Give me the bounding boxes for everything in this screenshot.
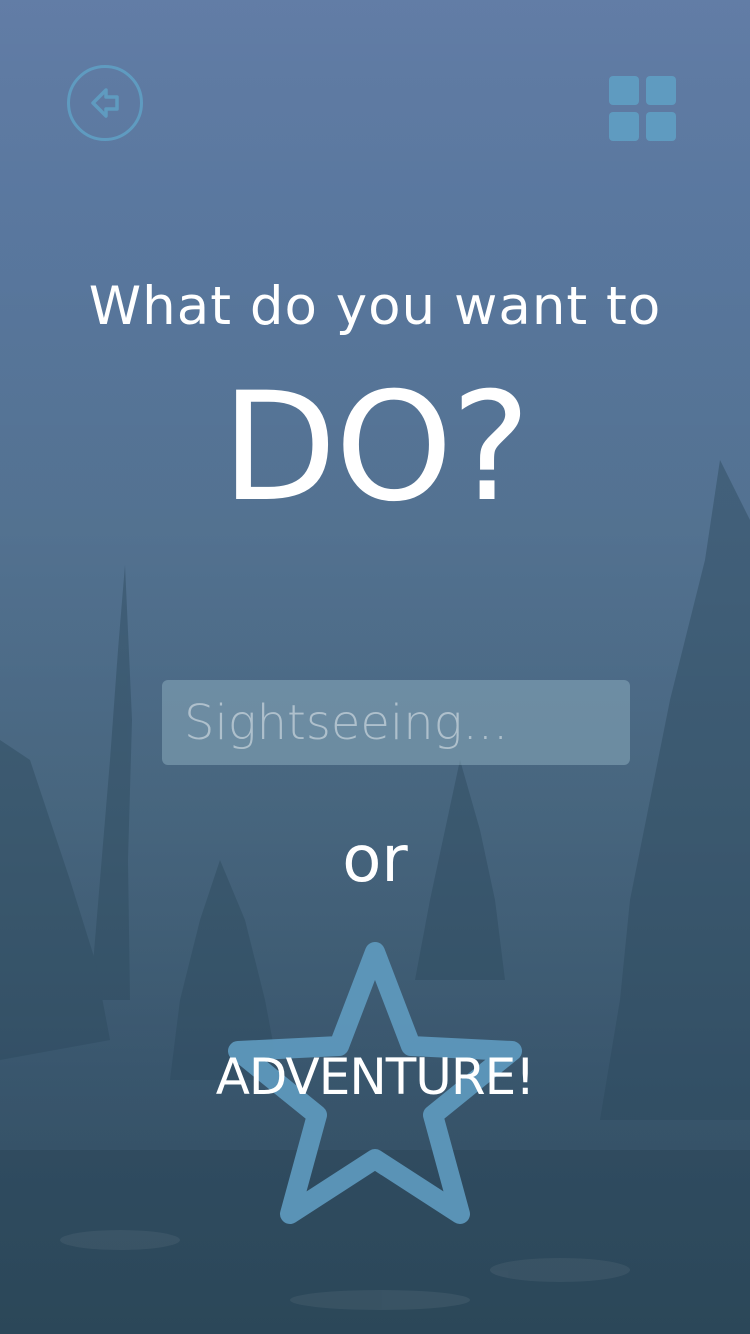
- grid-menu-button[interactable]: [609, 76, 676, 141]
- prompt-line-1: What do you want to: [88, 276, 662, 337]
- screen: What do you want to DO? or ADVENTURE!: [0, 0, 750, 1334]
- search-field[interactable]: [162, 680, 630, 765]
- adventure-label: ADVENTURE!: [215, 1048, 536, 1106]
- activity-search-input[interactable]: [182, 693, 610, 752]
- prompt-line-2: DO?: [221, 361, 530, 535]
- back-button[interactable]: [67, 65, 143, 141]
- grid-icon: [646, 76, 676, 105]
- adventure-button[interactable]: ADVENTURE!: [180, 930, 570, 1230]
- grid-icon: [609, 112, 639, 141]
- grid-icon: [646, 112, 676, 141]
- or-divider-text: or: [342, 823, 408, 897]
- grid-icon: [609, 76, 639, 105]
- arrow-left-circle-icon: [91, 88, 119, 118]
